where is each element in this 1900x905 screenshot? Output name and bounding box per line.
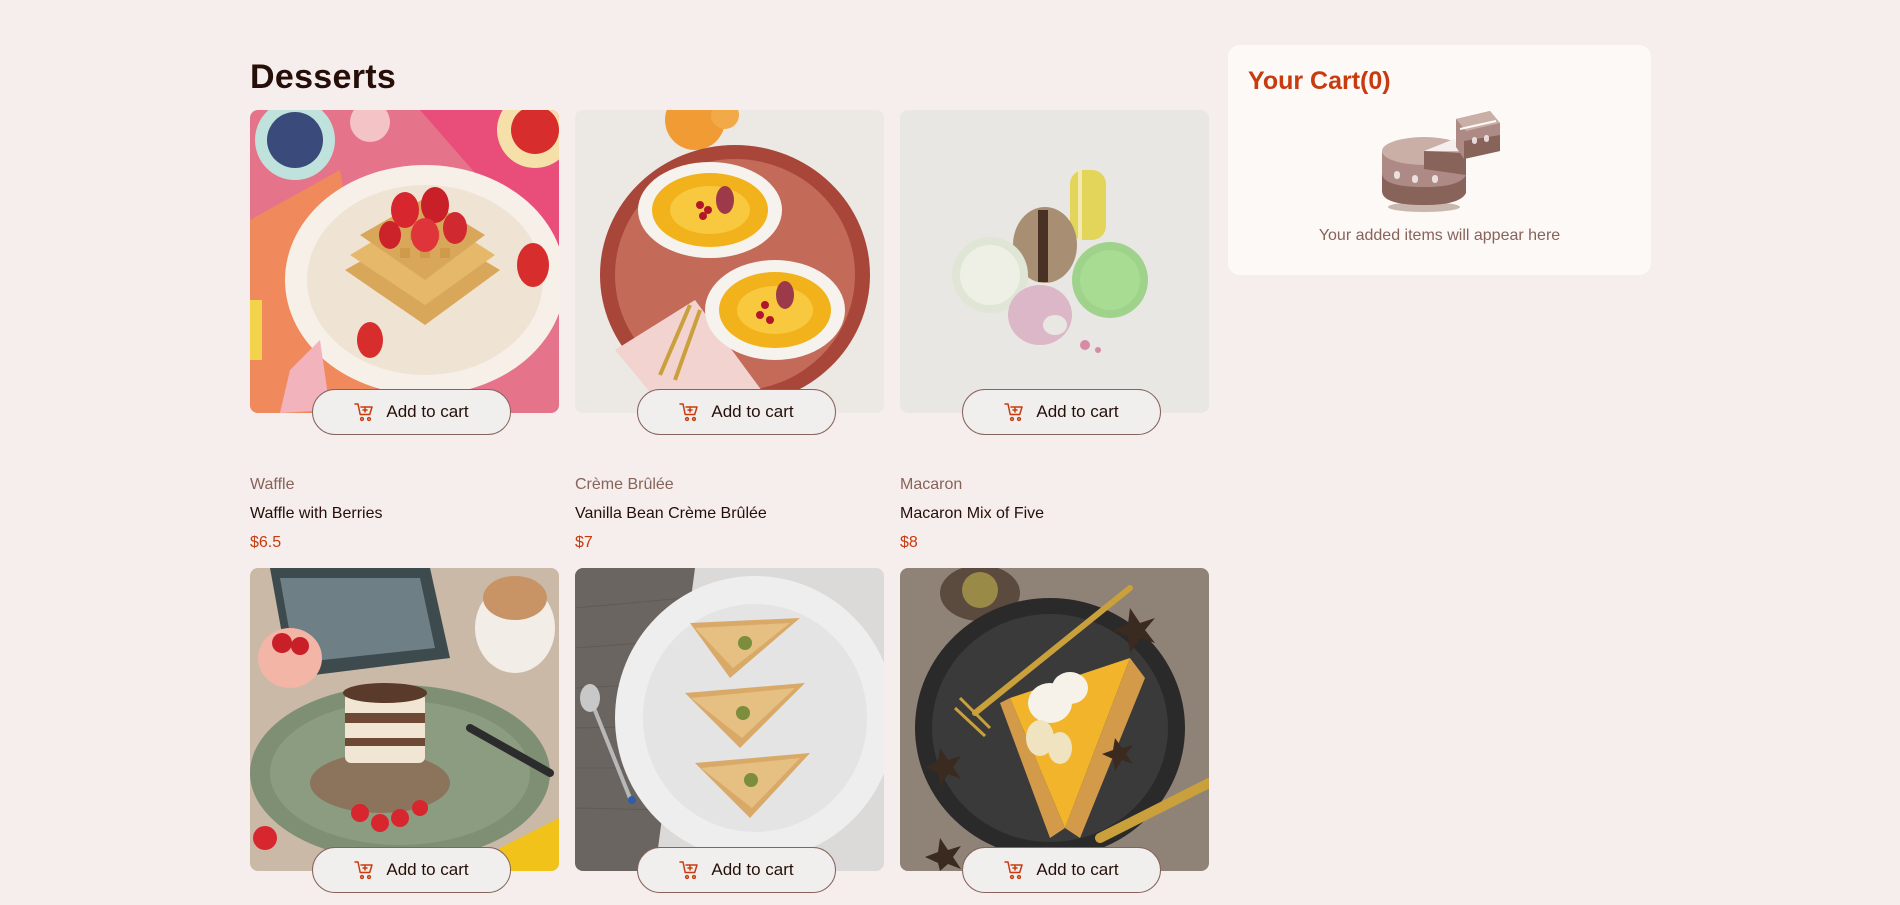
page-title: Desserts [250, 58, 397, 96]
add-to-cart-label: Add to cart [1036, 402, 1119, 421]
pie-image [900, 568, 1209, 871]
add-to-cart-icon [679, 861, 699, 880]
empty-cake-illustration-icon [1381, 111, 1500, 212]
product-card: Add to cart Crème Brûlée Vanilla Bean Cr… [575, 110, 884, 553]
product-image-baklava[interactable] [575, 568, 884, 871]
product-card: Add to cart Waffle Waffle with Berries $… [250, 110, 559, 553]
add-to-cart-label: Add to cart [386, 860, 469, 879]
cart-title: Your Cart(0) [1248, 67, 1391, 95]
product-image-waffle[interactable] [250, 110, 559, 413]
add-to-cart-button[interactable]: Add to cart [312, 847, 511, 893]
add-to-cart-label: Add to cart [386, 402, 469, 421]
product-grid: Add to cart Waffle Waffle with Berries $… [250, 110, 1209, 893]
add-to-cart-button[interactable]: Add to cart [962, 389, 1161, 435]
add-to-cart-label: Add to cart [711, 860, 794, 879]
tiramisu-image [250, 568, 559, 871]
product-name: Vanilla Bean Crème Brûlée [575, 505, 767, 522]
add-to-cart-icon [1004, 861, 1024, 880]
product-category: Macaron [900, 476, 963, 493]
waffle-image [250, 110, 559, 413]
add-to-cart-icon [354, 403, 374, 422]
product-price: $7 [575, 534, 593, 551]
page: Desserts Add to cart Waffle Waffle with … [0, 0, 1900, 905]
product-list-section: Desserts Add to cart Waffle Waffle with … [250, 55, 1209, 893]
product-image-macaron[interactable] [900, 110, 1209, 413]
cart-panel: Your Cart(0) Your added items will appea… [1228, 45, 1651, 275]
add-to-cart-button[interactable]: Add to cart [637, 389, 836, 435]
add-to-cart-icon [1004, 403, 1024, 422]
product-card: Add to cart [250, 568, 559, 893]
add-to-cart-label: Add to cart [711, 402, 794, 421]
product-price: $8 [900, 534, 918, 551]
add-to-cart-label: Add to cart [1036, 860, 1119, 879]
add-to-cart-button[interactable]: Add to cart [312, 389, 511, 435]
add-to-cart-icon [354, 861, 374, 880]
product-category: Waffle [250, 476, 295, 493]
product-category: Crème Brûlée [575, 476, 674, 493]
product-card: Add to cart Macaron Macaron Mix of Five … [900, 110, 1209, 553]
cart-empty-message: Your added items will appear here [1318, 227, 1561, 244]
product-image-creme-brulee[interactable] [575, 110, 884, 413]
product-image-tiramisu[interactable] [250, 568, 559, 871]
add-to-cart-icon [679, 403, 699, 422]
product-price: $6.5 [250, 534, 282, 551]
baklava-image [575, 568, 884, 871]
add-to-cart-button[interactable]: Add to cart [637, 847, 836, 893]
add-to-cart-button[interactable]: Add to cart [962, 847, 1161, 893]
product-card: Add to cart [900, 568, 1209, 893]
macaron-image [900, 110, 1209, 413]
product-card: Add to cart [575, 568, 884, 893]
creme-brulee-image [575, 110, 884, 413]
product-image-pie[interactable] [900, 568, 1209, 871]
product-name: Waffle with Berries [250, 505, 383, 522]
product-name: Macaron Mix of Five [900, 505, 1045, 522]
